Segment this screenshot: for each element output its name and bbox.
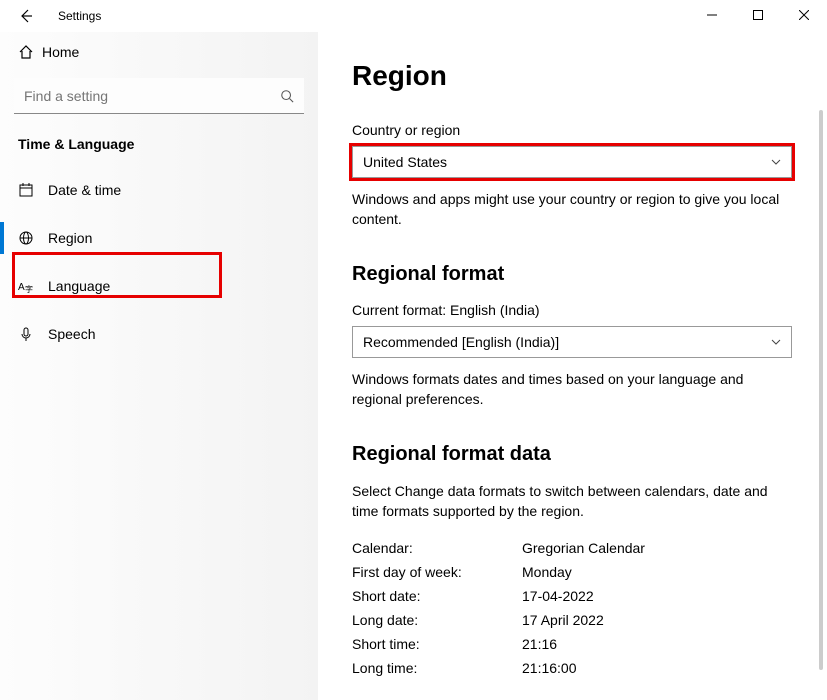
nav-label: Region — [48, 230, 92, 246]
back-button[interactable] — [18, 8, 38, 24]
data-heading: Regional format data — [352, 443, 793, 466]
nav-date-time[interactable]: Date & time — [0, 166, 318, 214]
search-input[interactable] — [14, 78, 304, 114]
section-title: Time & Language — [0, 128, 318, 166]
search-field[interactable] — [24, 88, 264, 104]
country-help: Windows and apps might use your country … — [352, 190, 793, 229]
data-row: First day of week:Monday — [352, 564, 793, 580]
data-row: Calendar:Gregorian Calendar — [352, 540, 793, 556]
nav-language[interactable]: A字 Language — [0, 262, 318, 310]
data-row: Short date:17-04-2022 — [352, 588, 793, 604]
nav-label: Speech — [48, 326, 95, 342]
home-label: Home — [42, 44, 79, 60]
chevron-down-icon — [771, 339, 781, 345]
home-icon — [18, 44, 42, 60]
current-format-label: Current format: English (India) — [352, 302, 793, 318]
nav-region[interactable]: Region — [0, 214, 318, 262]
regional-heading: Regional format — [352, 263, 793, 286]
country-dropdown[interactable]: United States — [352, 146, 792, 178]
window-title: Settings — [58, 9, 101, 23]
close-button[interactable] — [781, 0, 827, 30]
nav-label: Date & time — [48, 182, 121, 198]
home-nav[interactable]: Home — [0, 32, 318, 72]
language-icon: A字 — [18, 278, 48, 294]
svg-text:字: 字 — [25, 284, 33, 294]
format-dropdown[interactable]: Recommended [English (India)] — [352, 326, 792, 358]
format-value: Recommended [English (India)] — [363, 334, 559, 350]
nav-label: Language — [48, 278, 110, 294]
chevron-down-icon — [771, 159, 781, 165]
nav-speech[interactable]: Speech — [0, 310, 318, 358]
page-title: Region — [352, 60, 793, 92]
minimize-button[interactable] — [689, 0, 735, 30]
scrollbar[interactable] — [819, 110, 823, 670]
maximize-button[interactable] — [735, 0, 781, 30]
clock-icon — [18, 182, 48, 198]
microphone-icon — [18, 326, 48, 342]
country-label: Country or region — [352, 122, 793, 138]
data-row: Long time:21:16:00 — [352, 660, 793, 676]
search-icon — [280, 89, 294, 103]
svg-text:A: A — [18, 282, 25, 293]
data-row: Short time:21:16 — [352, 636, 793, 652]
data-row: Long date:17 April 2022 — [352, 612, 793, 628]
country-value: United States — [363, 154, 447, 170]
data-help: Select Change data formats to switch bet… — [352, 482, 793, 521]
format-help: Windows formats dates and times based on… — [352, 370, 793, 409]
globe-icon — [18, 230, 48, 246]
